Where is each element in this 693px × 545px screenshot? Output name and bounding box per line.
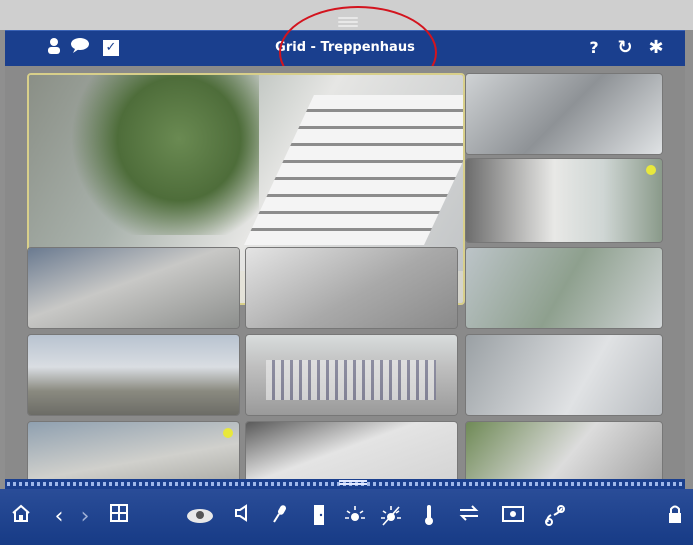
camera-tile-7[interactable] xyxy=(27,334,240,416)
status-dot xyxy=(646,165,656,175)
back-arrow-icon[interactable]: ‹ xyxy=(46,504,72,530)
help-icon[interactable]: ? xyxy=(583,37,605,59)
camera-grid: + xyxy=(5,66,685,506)
transfer-icon[interactable] xyxy=(456,504,482,530)
lock-icon[interactable] xyxy=(662,504,688,530)
drag-handle[interactable] xyxy=(338,17,358,27)
slider-handle[interactable] xyxy=(339,480,367,488)
timeline-slider[interactable] xyxy=(5,479,685,489)
snapshot-icon[interactable] xyxy=(500,504,526,530)
light-off-icon[interactable] xyxy=(378,504,404,530)
link-icon[interactable] xyxy=(542,504,568,530)
app-window: ✓ Grid - Treppenhaus ? ↻ ✱ + xyxy=(0,0,693,545)
header-bar: ✓ Grid - Treppenhaus ? ↻ ✱ xyxy=(5,30,685,66)
forward-arrow-icon[interactable]: › xyxy=(72,504,98,530)
microphone-icon[interactable] xyxy=(266,504,292,530)
settings-gear-icon[interactable]: ✱ xyxy=(645,37,667,59)
door-icon[interactable] xyxy=(306,504,332,530)
refresh-icon[interactable]: ↻ xyxy=(614,37,636,59)
light-icon[interactable] xyxy=(342,504,368,530)
status-dot xyxy=(223,428,233,438)
camera-tile-5[interactable] xyxy=(245,247,458,329)
layout-icon[interactable] xyxy=(106,504,132,530)
thermometer-icon[interactable] xyxy=(416,504,442,530)
speaker-icon[interactable] xyxy=(230,504,256,530)
top-strip xyxy=(0,0,693,30)
bottom-toolbar: ‹ › xyxy=(0,489,693,545)
home-icon[interactable] xyxy=(8,504,34,530)
camera-tile-2[interactable] xyxy=(465,73,663,155)
fisheye-icon[interactable] xyxy=(184,504,216,530)
camera-tile-8[interactable] xyxy=(245,334,458,416)
camera-tile-3[interactable] xyxy=(465,158,663,243)
camera-tile-6[interactable] xyxy=(465,247,663,329)
camera-tile-9[interactable] xyxy=(465,334,663,416)
camera-tile-4[interactable] xyxy=(27,247,240,329)
